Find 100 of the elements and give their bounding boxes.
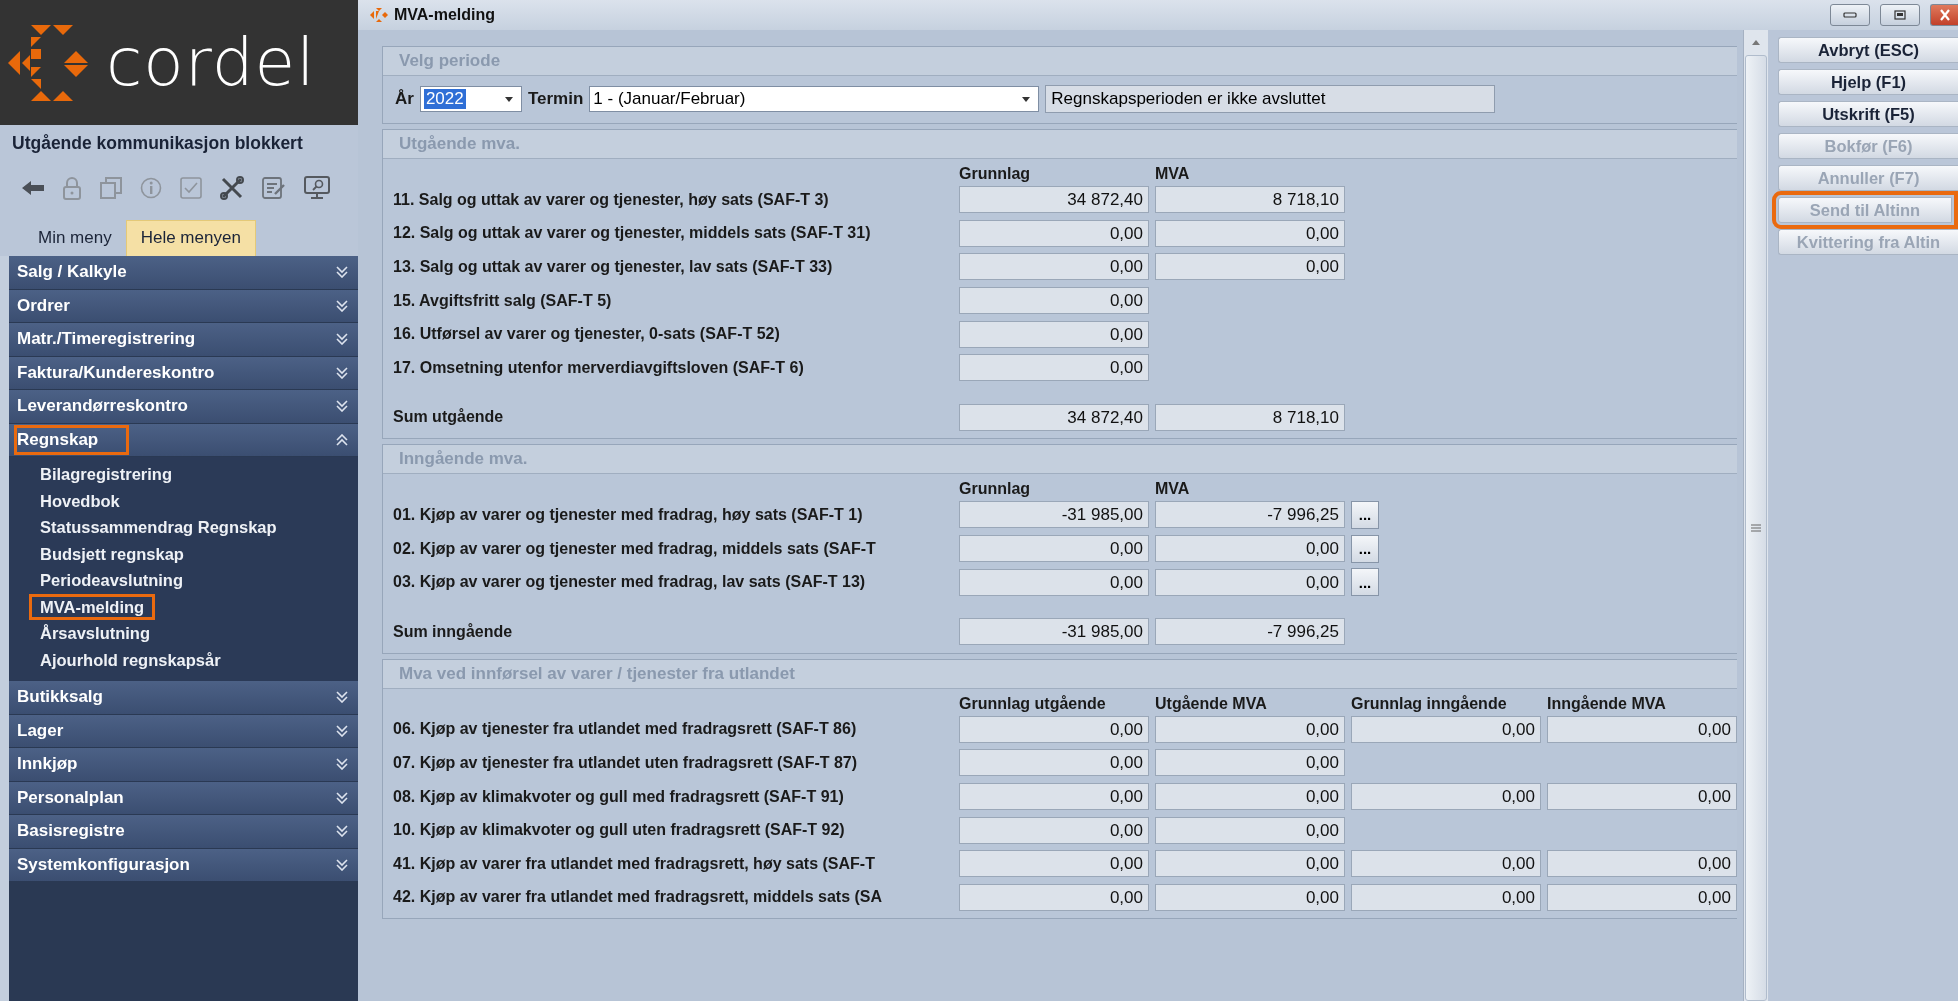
- amount-field[interactable]: 0,00: [1547, 715, 1737, 743]
- amount-field[interactable]: 0,00: [959, 816, 1149, 844]
- checkbox-icon[interactable]: [180, 177, 202, 199]
- amount-field[interactable]: 0,00: [959, 568, 1149, 596]
- more-button[interactable]: ...: [1351, 568, 1379, 597]
- menu-group[interactable]: Ordrer: [9, 289, 358, 323]
- menu-group[interactable]: Matr./Timeregistrering: [9, 323, 358, 357]
- amount-field[interactable]: 0,00: [959, 783, 1149, 810]
- expand-chevron-icon[interactable]: [336, 266, 348, 279]
- sum-field: -31 985,00: [959, 618, 1149, 646]
- expand-chevron-icon[interactable]: [336, 791, 348, 804]
- amount-field[interactable]: 0,00: [959, 354, 1149, 382]
- amount-field[interactable]: 0,00: [1155, 749, 1345, 777]
- row-label: 02. Kjøp av varer og tjenester med fradrag, middels sats (SAF-T: [393, 539, 877, 558]
- amount-field[interactable]: 0,00: [1155, 883, 1345, 911]
- more-button[interactable]: ...: [1351, 500, 1379, 529]
- edit-note-icon[interactable]: [262, 177, 286, 199]
- back-arrow-icon[interactable]: [22, 180, 44, 196]
- amount-field[interactable]: 0,00: [959, 287, 1149, 315]
- action-button[interactable]: Avbryt (ESC): [1778, 37, 1958, 63]
- monitor-search-icon[interactable]: [304, 176, 330, 200]
- menu-item[interactable]: Budsjett regnskap: [29, 540, 195, 567]
- column-header: MVA: [1155, 480, 1191, 499]
- menu-item[interactable]: Hovedbok: [29, 487, 131, 514]
- logo-text: cordel: [106, 24, 316, 101]
- amount-field[interactable]: 0,00: [1351, 850, 1541, 878]
- scroll-up-icon[interactable]: [1752, 40, 1760, 45]
- expand-chevron-icon[interactable]: [336, 366, 348, 379]
- menu-item[interactable]: Periodeavslutning: [29, 567, 195, 594]
- menu-item[interactable]: MVA-melding: [29, 593, 156, 620]
- column-header: Utgående MVA: [1155, 694, 1268, 713]
- amount-field[interactable]: 34 872,40: [959, 186, 1149, 214]
- row-label: 42. Kjøp av varer fra utlandet med fradragsrett, middels sats (SA: [393, 888, 884, 907]
- menu-tab[interactable]: Min meny: [24, 220, 126, 256]
- tools-icon[interactable]: [220, 176, 244, 200]
- amount-field[interactable]: 0,00: [1547, 783, 1737, 810]
- amount-field[interactable]: 0,00: [1155, 253, 1345, 281]
- row-label: 01. Kjøp av varer og tjenester med fradrag, høy sats (SAF-T 1): [393, 505, 864, 524]
- amount-field[interactable]: -7 996,25: [1155, 501, 1345, 529]
- amount-field[interactable]: 0,00: [1351, 715, 1541, 743]
- expand-chevron-icon[interactable]: [336, 758, 348, 771]
- menu-group[interactable]: Butikksalg: [9, 681, 358, 715]
- amount-field[interactable]: 0,00: [1155, 783, 1345, 810]
- menu-group[interactable]: Basisregistre: [9, 815, 358, 849]
- expand-chevron-icon[interactable]: [336, 400, 348, 413]
- expand-chevron-icon[interactable]: [336, 825, 348, 838]
- amount-field[interactable]: 0,00: [1547, 883, 1737, 911]
- menu-group-label: Butikksalg: [16, 686, 104, 709]
- minimize-button[interactable]: [1830, 4, 1870, 26]
- close-button[interactable]: [1930, 4, 1958, 26]
- amount-field[interactable]: 0,00: [959, 535, 1149, 563]
- amount-field[interactable]: 0,00: [1155, 715, 1345, 743]
- amount-field[interactable]: 0,00: [1351, 883, 1541, 911]
- more-button[interactable]: ...: [1351, 534, 1379, 563]
- menu-item[interactable]: Bilagregistrering: [29, 461, 184, 488]
- menu-item[interactable]: Statussammendrag Regnskap: [29, 514, 288, 541]
- menu-group-label: Personalplan: [16, 786, 125, 809]
- menu-group[interactable]: Regnskap: [9, 423, 358, 457]
- expand-chevron-icon[interactable]: [336, 691, 348, 704]
- expand-chevron-icon[interactable]: [336, 858, 348, 871]
- amount-field[interactable]: 0,00: [1155, 568, 1345, 596]
- action-button[interactable]: Hjelp (F1): [1778, 69, 1958, 95]
- amount-field[interactable]: 0,00: [959, 253, 1149, 281]
- menu-item[interactable]: Ajourhold regnskapsår: [29, 646, 232, 673]
- menu-group[interactable]: Systemkonfigurasjon: [9, 848, 358, 882]
- menu-group[interactable]: Leverandørreskontro: [9, 390, 358, 424]
- amount-field[interactable]: 0,00: [959, 883, 1149, 911]
- amount-field[interactable]: 0,00: [959, 749, 1149, 777]
- amount-field[interactable]: 0,00: [1155, 816, 1345, 844]
- collapse-chevron-icon[interactable]: [336, 433, 348, 446]
- menu-tab[interactable]: Hele menyen: [125, 220, 256, 256]
- column-header: Inngående MVA: [1547, 694, 1667, 713]
- menu-group-label: Lager: [16, 719, 65, 742]
- column-header: Grunnlag utgående: [959, 694, 1107, 713]
- amount-field[interactable]: 0,00: [1155, 219, 1345, 247]
- sum-label: Sum inngående: [393, 622, 514, 641]
- amount-field[interactable]: 0,00: [1351, 783, 1541, 810]
- menu-item[interactable]: Årsavslutning: [29, 620, 162, 647]
- action-button[interactable]: Utskrift (F5): [1778, 101, 1958, 127]
- amount-field[interactable]: -31 985,00: [959, 501, 1149, 529]
- expand-chevron-icon[interactable]: [336, 333, 348, 346]
- menu-group[interactable]: Personalplan: [9, 781, 358, 815]
- amount-field[interactable]: 0,00: [1155, 850, 1345, 878]
- year-dropdown[interactable]: 2022: [419, 86, 522, 112]
- amount-field[interactable]: 0,00: [959, 715, 1149, 743]
- termin-dropdown[interactable]: 1 - (Januar/Februar): [589, 86, 1040, 112]
- menu-group[interactable]: Innkjøp: [9, 748, 358, 782]
- menu-group[interactable]: Faktura/Kundereskontro: [9, 356, 358, 390]
- expand-chevron-icon[interactable]: [336, 724, 348, 737]
- menu-group[interactable]: Lager: [9, 714, 358, 748]
- menu-group[interactable]: Salg / Kalkyle: [9, 256, 358, 290]
- amount-field[interactable]: 0,00: [1155, 535, 1345, 563]
- amount-field[interactable]: 0,00: [959, 219, 1149, 247]
- scrollbar[interactable]: [1743, 30, 1768, 1001]
- amount-field[interactable]: 0,00: [959, 850, 1149, 878]
- amount-field[interactable]: 8 718,10: [1155, 186, 1345, 214]
- expand-chevron-icon[interactable]: [336, 299, 348, 312]
- amount-field[interactable]: 0,00: [1547, 850, 1737, 878]
- amount-field[interactable]: 0,00: [959, 320, 1149, 348]
- restore-button[interactable]: [1880, 4, 1920, 26]
